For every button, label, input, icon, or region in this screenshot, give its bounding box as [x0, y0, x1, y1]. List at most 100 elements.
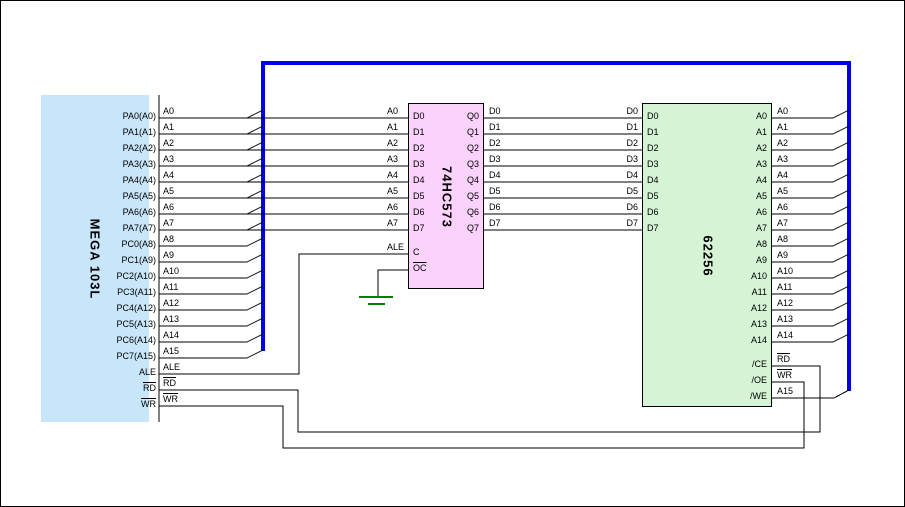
- wire: [833, 302, 849, 310]
- net-label: A12: [777, 298, 793, 308]
- mega-pin-label: PC1(A9): [86, 255, 156, 265]
- net-label: D0: [568, 106, 638, 116]
- wire: [833, 318, 849, 326]
- wire: [833, 158, 849, 166]
- net-label: A5: [387, 186, 398, 196]
- net-label: A0: [387, 106, 398, 116]
- latch-pin-label: Q4: [409, 175, 479, 185]
- net-label: ALE: [387, 242, 404, 252]
- mega-pin-label: PC3(A11): [86, 287, 156, 297]
- wire: [833, 254, 849, 262]
- mega-pin-label: PA3(A3): [86, 159, 156, 169]
- wire: [833, 142, 849, 150]
- net-label: A13: [777, 314, 793, 324]
- wire: [247, 158, 263, 166]
- net-label: D0: [489, 106, 501, 116]
- net-label: D3: [489, 154, 501, 164]
- net-label: A14: [777, 330, 793, 340]
- net-label: A12: [163, 298, 179, 308]
- net-label: A6: [777, 202, 788, 212]
- net-label: A3: [777, 154, 788, 164]
- mega-pin-label: RD: [86, 383, 156, 393]
- wire: [833, 110, 849, 118]
- sram-pin-label: /OE: [697, 375, 767, 385]
- net-label: D2: [489, 138, 501, 148]
- net-label: D4: [489, 170, 501, 180]
- net-label: D7: [568, 218, 638, 228]
- wire: [247, 222, 263, 230]
- wire: [833, 126, 849, 134]
- net-label: A11: [163, 282, 178, 292]
- net-label: A4: [777, 170, 788, 180]
- mega-pin-label: ALE: [86, 367, 156, 377]
- net-label: D1: [568, 122, 638, 132]
- wire: [834, 390, 849, 398]
- sram-pin-label: D7: [647, 223, 659, 233]
- net-label: A0: [163, 106, 174, 116]
- wire: [833, 270, 849, 278]
- net-label: A1: [777, 122, 788, 132]
- latch-pin-label: Q3: [409, 159, 479, 169]
- wire: [247, 142, 263, 150]
- net-label: D4: [568, 170, 638, 180]
- sram-pin-label: A1: [697, 127, 767, 137]
- sram-pin-label: A12: [697, 303, 767, 313]
- wire: [833, 174, 849, 182]
- sram-pin-label: D6: [647, 207, 659, 217]
- net-label: A8: [777, 234, 788, 244]
- sram-pin-label: D1: [647, 127, 659, 137]
- mega-pin-label: PC2(A10): [86, 271, 156, 281]
- net-label: RD: [777, 354, 790, 364]
- sram-pin-label: D0: [647, 111, 659, 121]
- wire: [247, 286, 263, 294]
- net-label: A11: [777, 282, 792, 292]
- mega-pin-label: PA2(A2): [86, 143, 156, 153]
- sram-pin-label: A2: [697, 143, 767, 153]
- wire: [247, 126, 263, 134]
- net-label: A7: [387, 218, 398, 228]
- schematic-canvas: MEGA 103L 74HC573 62256 PA0(A0)PA1(A1)PA…: [0, 0, 905, 507]
- net-label: A4: [163, 170, 174, 180]
- net-label: A3: [387, 154, 398, 164]
- mega-pin-label: PA5(A5): [86, 191, 156, 201]
- sram-pin-label: D2: [647, 143, 659, 153]
- net-label: A4: [387, 170, 398, 180]
- mega-pin-label: PA0(A0): [86, 111, 156, 121]
- net-label: A13: [163, 314, 179, 324]
- net-label: A2: [163, 138, 174, 148]
- net-label: A15: [163, 346, 179, 356]
- sram-pin-label: /CE: [697, 359, 767, 369]
- net-label: WR: [163, 394, 178, 404]
- mega-pin-label: PA7(A7): [86, 223, 156, 233]
- sram-pin-label: A8: [697, 239, 767, 249]
- mega-pin-label: PC4(A12): [86, 303, 156, 313]
- sram-pin-label: A0: [697, 111, 767, 121]
- net-label: A6: [163, 202, 174, 212]
- sram-pin-label: A5: [697, 191, 767, 201]
- net-label: A14: [163, 330, 179, 340]
- mega-pin-label: WR: [86, 399, 156, 409]
- wire: [833, 334, 849, 342]
- net-label: A5: [777, 186, 788, 196]
- mega-pin-label: PC7(A15): [86, 351, 156, 361]
- net-label: D5: [568, 186, 638, 196]
- mega-pin-label: PA4(A4): [86, 175, 156, 185]
- latch-pin-label: Q7: [409, 223, 479, 233]
- wire: [833, 206, 849, 214]
- wire: [247, 238, 263, 246]
- net-label: A3: [163, 154, 174, 164]
- latch-pin-label: C: [413, 247, 420, 257]
- latch-pin-label: Q2: [409, 143, 479, 153]
- sram-pin-label: D3: [647, 159, 659, 169]
- sram-pin-label: D4: [647, 175, 659, 185]
- wire: [247, 110, 263, 118]
- sram-pin-label: A13: [697, 319, 767, 329]
- net-label: A15: [777, 386, 793, 396]
- wire: [833, 222, 849, 230]
- net-label: A7: [163, 218, 174, 228]
- net-label: D6: [489, 202, 501, 212]
- wire: [833, 286, 849, 294]
- wire: [247, 174, 263, 182]
- wire: [247, 206, 263, 214]
- wire: [833, 190, 849, 198]
